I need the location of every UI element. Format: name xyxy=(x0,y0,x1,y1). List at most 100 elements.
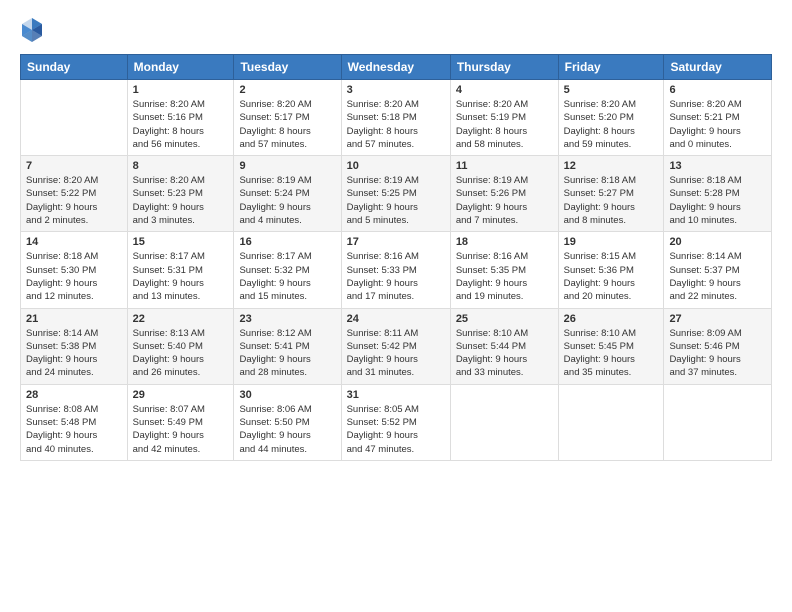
day-number: 12 xyxy=(564,160,659,172)
col-header-sunday: Sunday xyxy=(21,55,128,80)
calendar-week-0: 1 Sunrise: 8:20 AMSunset: 5:16 PMDaylight… xyxy=(21,80,772,156)
day-number: 31 xyxy=(347,389,445,401)
day-number: 26 xyxy=(564,313,659,325)
day-number: 29 xyxy=(133,389,229,401)
day-number: 8 xyxy=(133,160,229,172)
calendar-cell-w2-d4: 18 Sunrise: 8:16 AMSunset: 5:35 PMDayligh… xyxy=(450,232,558,308)
day-info: Sunrise: 8:10 AMSunset: 5:45 PMDaylight:… xyxy=(564,327,659,380)
day-number: 17 xyxy=(347,236,445,248)
day-info: Sunrise: 8:13 AMSunset: 5:40 PMDaylight:… xyxy=(133,327,229,380)
day-info: Sunrise: 8:18 AMSunset: 5:27 PMDaylight:… xyxy=(564,174,659,227)
day-number: 9 xyxy=(239,160,335,172)
col-header-wednesday: Wednesday xyxy=(341,55,450,80)
day-info: Sunrise: 8:20 AMSunset: 5:21 PMDaylight:… xyxy=(669,98,766,151)
day-number: 19 xyxy=(564,236,659,248)
col-header-thursday: Thursday xyxy=(450,55,558,80)
day-number: 13 xyxy=(669,160,766,172)
day-number: 2 xyxy=(239,84,335,96)
calendar-cell-w0-d5: 5 Sunrise: 8:20 AMSunset: 5:20 PMDaylight… xyxy=(558,80,664,156)
day-number: 4 xyxy=(456,84,553,96)
calendar-cell-w0-d2: 2 Sunrise: 8:20 AMSunset: 5:17 PMDaylight… xyxy=(234,80,341,156)
calendar-cell-w1-d0: 7Sunrise: 8:20 AMSunset: 5:22 PMDaylight… xyxy=(21,156,128,232)
day-info: Sunrise: 8:16 AMSunset: 5:33 PMDaylight:… xyxy=(347,250,445,303)
day-number: 15 xyxy=(133,236,229,248)
calendar-cell-w3-d3: 24 Sunrise: 8:11 AMSunset: 5:42 PMDayligh… xyxy=(341,308,450,384)
calendar-cell-w3-d4: 25 Sunrise: 8:10 AMSunset: 5:44 PMDayligh… xyxy=(450,308,558,384)
day-info: Sunrise: 8:19 AMSunset: 5:24 PMDaylight:… xyxy=(239,174,335,227)
day-info: Sunrise: 8:20 AMSunset: 5:20 PMDaylight:… xyxy=(564,98,659,151)
calendar-cell-w2-d0: 14 Sunrise: 8:18 AMSunset: 5:30 PMDayligh… xyxy=(21,232,128,308)
calendar-cell-w1-d6: 13 Sunrise: 8:18 AMSunset: 5:28 PMDayligh… xyxy=(664,156,772,232)
day-info: Sunrise: 8:14 AMSunset: 5:38 PMDaylight:… xyxy=(26,327,122,380)
calendar-week-1: 7Sunrise: 8:20 AMSunset: 5:22 PMDaylight… xyxy=(21,156,772,232)
day-info: Sunrise: 8:18 AMSunset: 5:28 PMDaylight:… xyxy=(669,174,766,227)
day-info: Sunrise: 8:19 AMSunset: 5:25 PMDaylight:… xyxy=(347,174,445,227)
calendar-cell-w3-d0: 21 Sunrise: 8:14 AMSunset: 5:38 PMDayligh… xyxy=(21,308,128,384)
day-info: Sunrise: 8:18 AMSunset: 5:30 PMDaylight:… xyxy=(26,250,122,303)
calendar-cell-w4-d4 xyxy=(450,384,558,460)
calendar-cell-w0-d4: 4 Sunrise: 8:20 AMSunset: 5:19 PMDaylight… xyxy=(450,80,558,156)
day-info: Sunrise: 8:20 AMSunset: 5:19 PMDaylight:… xyxy=(456,98,553,151)
day-info: Sunrise: 8:17 AMSunset: 5:32 PMDaylight:… xyxy=(239,250,335,303)
day-info: Sunrise: 8:20 AMSunset: 5:16 PMDaylight:… xyxy=(133,98,229,151)
calendar-week-2: 14 Sunrise: 8:18 AMSunset: 5:30 PMDayligh… xyxy=(21,232,772,308)
day-number: 5 xyxy=(564,84,659,96)
calendar-cell-w4-d1: 29 Sunrise: 8:07 AMSunset: 5:49 PMDayligh… xyxy=(127,384,234,460)
calendar-cell-w1-d4: 11 Sunrise: 8:19 AMSunset: 5:26 PMDayligh… xyxy=(450,156,558,232)
calendar-cell-w4-d0: 28 Sunrise: 8:08 AMSunset: 5:48 PMDayligh… xyxy=(21,384,128,460)
calendar-cell-w4-d3: 31Sunrise: 8:05 AMSunset: 5:52 PMDayligh… xyxy=(341,384,450,460)
day-info: Sunrise: 8:20 AMSunset: 5:17 PMDaylight:… xyxy=(239,98,335,151)
day-info: Sunrise: 8:06 AMSunset: 5:50 PMDaylight:… xyxy=(239,403,335,456)
day-info: Sunrise: 8:11 AMSunset: 5:42 PMDaylight:… xyxy=(347,327,445,380)
day-number: 10 xyxy=(347,160,445,172)
calendar-cell-w2-d3: 17 Sunrise: 8:16 AMSunset: 5:33 PMDayligh… xyxy=(341,232,450,308)
day-info: Sunrise: 8:08 AMSunset: 5:48 PMDaylight:… xyxy=(26,403,122,456)
day-info: Sunrise: 8:09 AMSunset: 5:46 PMDaylight:… xyxy=(669,327,766,380)
day-number: 3 xyxy=(347,84,445,96)
day-number: 16 xyxy=(239,236,335,248)
day-number: 1 xyxy=(133,84,229,96)
day-number: 25 xyxy=(456,313,553,325)
calendar-cell-w4-d5 xyxy=(558,384,664,460)
day-info: Sunrise: 8:16 AMSunset: 5:35 PMDaylight:… xyxy=(456,250,553,303)
calendar-cell-w1-d1: 8Sunrise: 8:20 AMSunset: 5:23 PMDaylight… xyxy=(127,156,234,232)
day-number: 30 xyxy=(239,389,335,401)
day-info: Sunrise: 8:20 AMSunset: 5:18 PMDaylight:… xyxy=(347,98,445,151)
day-info: Sunrise: 8:10 AMSunset: 5:44 PMDaylight:… xyxy=(456,327,553,380)
calendar-cell-w3-d5: 26 Sunrise: 8:10 AMSunset: 5:45 PMDayligh… xyxy=(558,308,664,384)
calendar-week-3: 21 Sunrise: 8:14 AMSunset: 5:38 PMDayligh… xyxy=(21,308,772,384)
day-info: Sunrise: 8:14 AMSunset: 5:37 PMDaylight:… xyxy=(669,250,766,303)
day-number: 11 xyxy=(456,160,553,172)
header xyxy=(20,16,772,44)
calendar-cell-w1-d3: 10 Sunrise: 8:19 AMSunset: 5:25 PMDayligh… xyxy=(341,156,450,232)
day-number: 7 xyxy=(26,160,122,172)
col-header-tuesday: Tuesday xyxy=(234,55,341,80)
calendar-cell-w1-d2: 9 Sunrise: 8:19 AMSunset: 5:24 PMDaylight… xyxy=(234,156,341,232)
calendar-cell-w2-d6: 20 Sunrise: 8:14 AMSunset: 5:37 PMDayligh… xyxy=(664,232,772,308)
day-number: 24 xyxy=(347,313,445,325)
day-number: 21 xyxy=(26,313,122,325)
logo-icon xyxy=(20,16,44,44)
calendar-cell-w3-d1: 22 Sunrise: 8:13 AMSunset: 5:40 PMDayligh… xyxy=(127,308,234,384)
day-number: 20 xyxy=(669,236,766,248)
page: SundayMondayTuesdayWednesdayThursdayFrid… xyxy=(0,0,792,612)
day-number: 18 xyxy=(456,236,553,248)
day-info: Sunrise: 8:15 AMSunset: 5:36 PMDaylight:… xyxy=(564,250,659,303)
calendar-cell-w1-d5: 12 Sunrise: 8:18 AMSunset: 5:27 PMDayligh… xyxy=(558,156,664,232)
day-number: 28 xyxy=(26,389,122,401)
calendar-cell-w0-d0 xyxy=(21,80,128,156)
calendar-week-4: 28 Sunrise: 8:08 AMSunset: 5:48 PMDayligh… xyxy=(21,384,772,460)
logo xyxy=(20,16,48,44)
calendar-cell-w0-d6: 6Sunrise: 8:20 AMSunset: 5:21 PMDaylight… xyxy=(664,80,772,156)
day-info: Sunrise: 8:17 AMSunset: 5:31 PMDaylight:… xyxy=(133,250,229,303)
calendar-header-row: SundayMondayTuesdayWednesdayThursdayFrid… xyxy=(21,55,772,80)
day-info: Sunrise: 8:07 AMSunset: 5:49 PMDaylight:… xyxy=(133,403,229,456)
day-info: Sunrise: 8:19 AMSunset: 5:26 PMDaylight:… xyxy=(456,174,553,227)
calendar-cell-w2-d1: 15 Sunrise: 8:17 AMSunset: 5:31 PMDayligh… xyxy=(127,232,234,308)
day-number: 23 xyxy=(239,313,335,325)
col-header-saturday: Saturday xyxy=(664,55,772,80)
calendar-cell-w2-d2: 16 Sunrise: 8:17 AMSunset: 5:32 PMDayligh… xyxy=(234,232,341,308)
day-number: 14 xyxy=(26,236,122,248)
day-number: 22 xyxy=(133,313,229,325)
col-header-monday: Monday xyxy=(127,55,234,80)
